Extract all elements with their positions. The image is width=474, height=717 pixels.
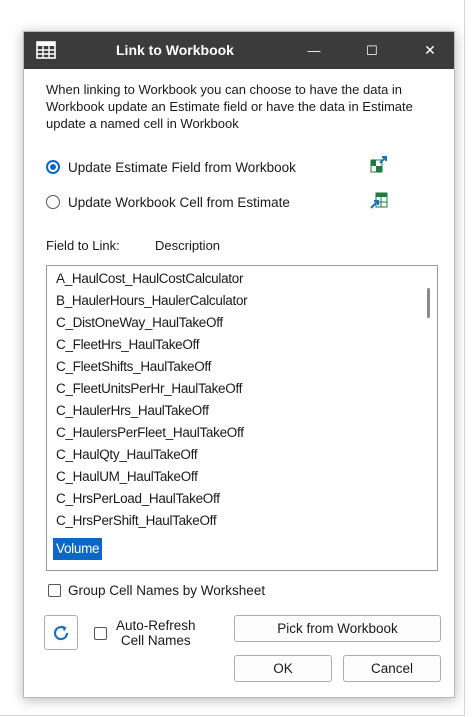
pick-from-workbook-button[interactable]: Pick from Workbook	[234, 615, 441, 642]
cancel-button[interactable]: Cancel	[343, 655, 441, 682]
description-text: When linking to Workbook you can choose …	[46, 82, 413, 131]
minimize-icon: —	[307, 43, 321, 58]
group-by-worksheet-checkbox[interactable]	[48, 584, 61, 597]
list-item[interactable]: C_DistOneWay_HaulTakeOff	[56, 312, 223, 334]
ok-button[interactable]: OK	[234, 655, 332, 682]
option-update-estimate-label: Update Estimate Field from Workbook	[68, 159, 296, 175]
title-bar[interactable]: Link to Workbook — ☐ ✕	[24, 32, 454, 69]
list-item[interactable]: C_FleetShifts_HaulTakeOff	[56, 356, 211, 378]
minimize-button[interactable]: —	[291, 32, 337, 69]
list-item[interactable]: C_FleetUnitsPerHr_HaulTakeOff	[56, 378, 242, 400]
auto-refresh-label-line1: Auto-Refresh	[116, 618, 196, 633]
close-icon: ✕	[424, 42, 436, 58]
spreadsheet-icon	[36, 41, 56, 59]
radio-update-estimate[interactable]	[46, 160, 60, 174]
list-item[interactable]: C_HaulQty_HaulTakeOff	[56, 444, 198, 466]
list-item[interactable]: C_HaulersPerFleet_HaulTakeOff	[56, 422, 244, 444]
field-to-link-label: Field to Link:	[46, 238, 120, 253]
list-item[interactable]: C_HaulUM_HaulTakeOff	[56, 466, 198, 488]
group-by-worksheet-option[interactable]: Group Cell Names by Worksheet	[48, 583, 265, 598]
maximize-icon: ☐	[366, 42, 378, 58]
list-item[interactable]: C_FleetHrs_HaulTakeOff	[56, 334, 200, 356]
auto-refresh-label-line2: Cell Names	[120, 633, 191, 648]
auto-refresh-checkbox[interactable]	[94, 627, 107, 640]
cell-names-list[interactable]: A_HaulCost_HaulCostCalculator B_HaulerHo…	[46, 265, 438, 571]
scrollbar-thumb[interactable]	[427, 288, 430, 318]
close-button[interactable]: ✕	[407, 32, 453, 69]
dialog-title: Link to Workbook	[116, 42, 234, 58]
refresh-icon	[53, 625, 69, 640]
radio-update-workbook[interactable]	[46, 195, 60, 209]
list-item-selected[interactable]: Volume	[53, 538, 103, 560]
import-from-workbook-icon	[370, 156, 387, 173]
list-item[interactable]: C_HrsPerShift_HaulTakeOff	[56, 510, 217, 532]
option-update-estimate[interactable]: Update Estimate Field from Workbook	[46, 157, 296, 177]
list-item[interactable]: B_HaulerHours_HaulerCalculator	[56, 290, 248, 312]
field-to-link-value: Description	[155, 238, 221, 253]
list-scrollbar[interactable]	[419, 266, 437, 570]
option-update-workbook[interactable]: Update Workbook Cell from Estimate	[46, 192, 290, 212]
list-item[interactable]: C_HrsPerLoad_HaulTakeOff	[56, 488, 220, 510]
refresh-button[interactable]	[44, 615, 78, 650]
group-by-worksheet-label: Group Cell Names by Worksheet	[68, 583, 266, 598]
export-to-workbook-icon	[370, 192, 388, 209]
list-item[interactable]: C_HaulerHrs_HaulTakeOff	[56, 400, 209, 422]
link-to-workbook-dialog: Link to Workbook — ☐ ✕ When linking to W…	[23, 31, 455, 698]
auto-refresh-option[interactable]: Auto-Refresh Cell Names	[94, 618, 196, 648]
option-update-workbook-label: Update Workbook Cell from Estimate	[68, 194, 290, 210]
maximize-button[interactable]: ☐	[349, 32, 395, 69]
list-item[interactable]: A_HaulCost_HaulCostCalculator	[56, 268, 243, 290]
